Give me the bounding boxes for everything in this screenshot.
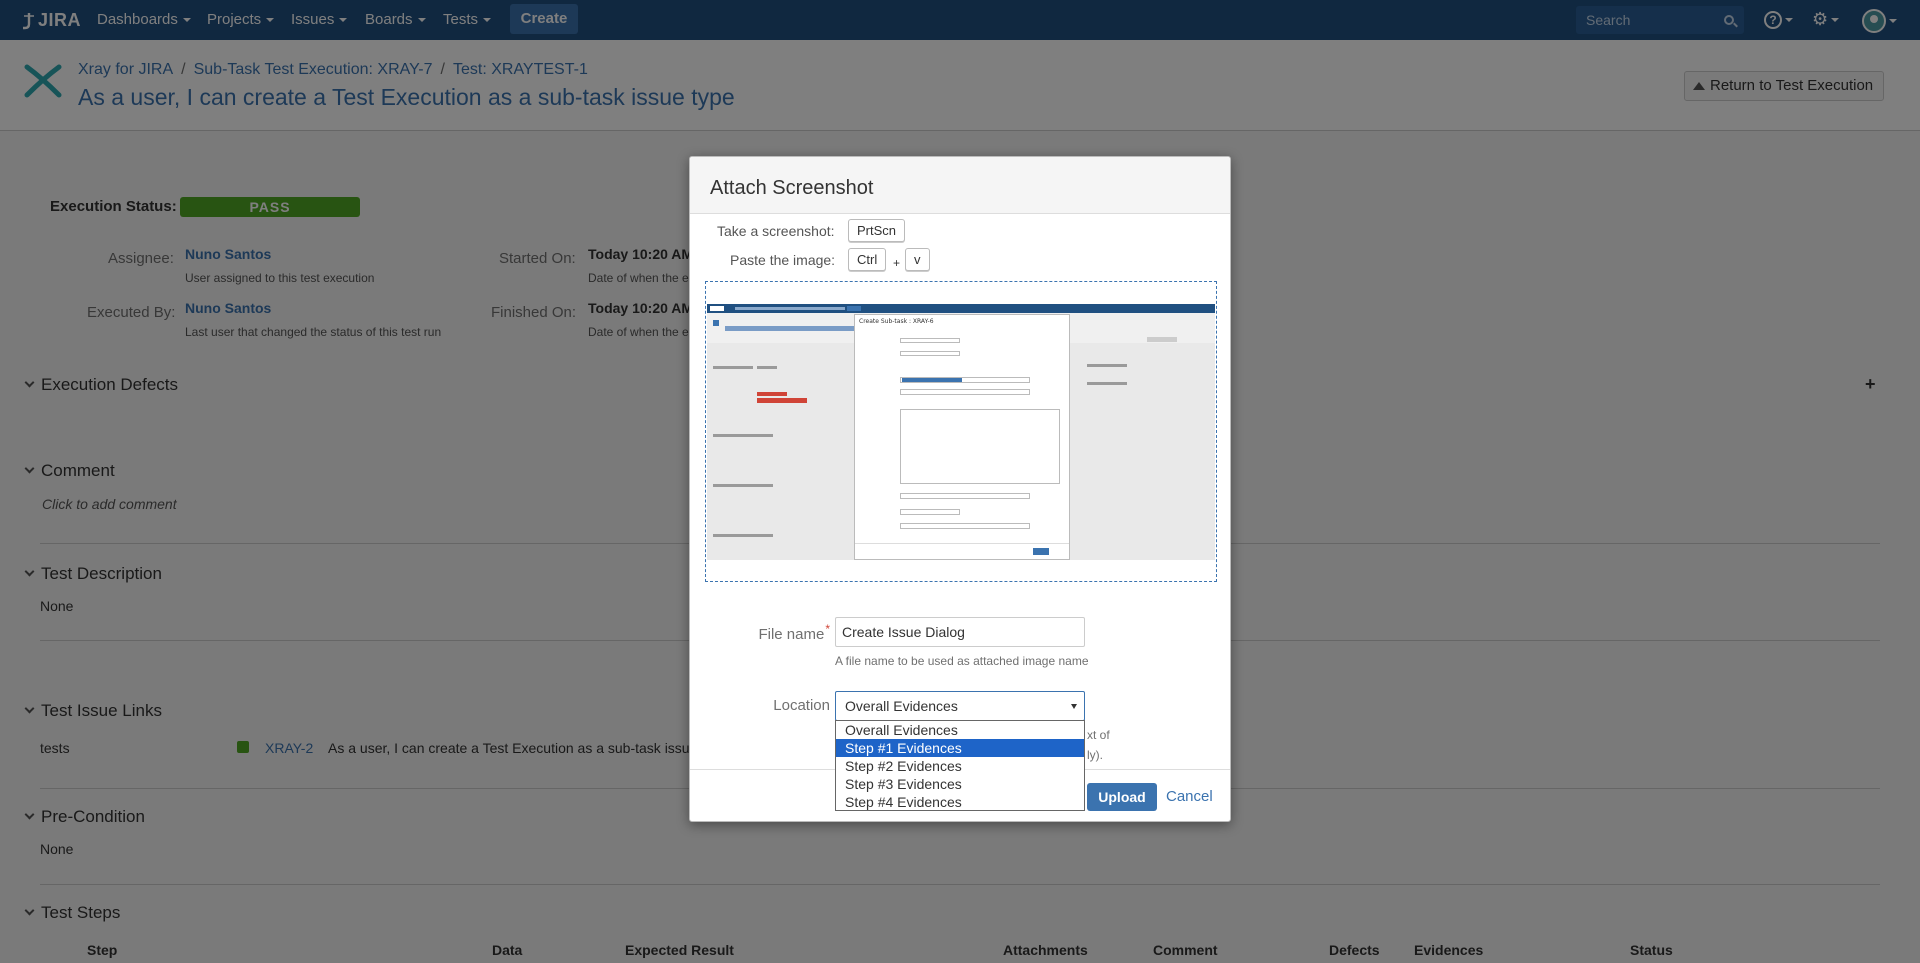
ctrl-key: Ctrl [848, 248, 887, 271]
file-name-label-text: File name [758, 626, 825, 643]
take-screenshot-label: Take a screenshot: [717, 223, 835, 239]
screenshot-preview: Create Sub-task : XRAY-6 [707, 304, 1215, 560]
prtscn-key-label: PrtScn [848, 219, 906, 242]
preview-details-line [757, 366, 777, 369]
preview-title-bar [725, 326, 865, 331]
preview-field [900, 338, 960, 343]
preview-line [1087, 364, 1127, 367]
file-name-label: File name* [750, 622, 830, 643]
preview-field [900, 493, 1030, 499]
attach-screenshot-dialog: Attach Screenshot Take a screenshot: Prt… [689, 156, 1231, 822]
preview-project-icon [713, 320, 719, 326]
location-description-fragment: ly). [1087, 748, 1103, 762]
preview-field [900, 523, 1030, 529]
preview-details-line [713, 366, 753, 369]
location-option-step-1[interactable]: Step #1 Evidences [836, 739, 1084, 757]
location-option-step-3[interactable]: Step #3 Evidences [836, 775, 1084, 793]
v-key-label: v [905, 248, 930, 271]
preview-logo [710, 306, 724, 311]
location-dropdown-list: Overall Evidences Step #1 Evidences Step… [835, 720, 1085, 811]
v-key: v [905, 248, 930, 271]
preview-footer-line [855, 543, 1069, 544]
preview-line [713, 484, 773, 487]
required-asterisk: * [825, 622, 830, 636]
screenshot-drop-zone[interactable]: Create Sub-task : XRAY-6 [705, 281, 1217, 582]
location-description-fragment: xt of [1087, 728, 1110, 742]
preview-selected-text [902, 378, 962, 382]
paste-image-label: Paste the image: [730, 252, 836, 268]
preview-status-red [757, 398, 807, 403]
preview-create-button [847, 306, 861, 311]
upload-button[interactable]: Upload [1087, 783, 1157, 811]
dialog-title: Attach Screenshot [710, 177, 874, 199]
dialog-header: Attach Screenshot [690, 157, 1230, 214]
preview-field [900, 351, 960, 356]
preview-field [900, 389, 1030, 395]
dropdown-arrow-icon [1071, 704, 1077, 709]
preview-field [900, 509, 960, 515]
file-name-description: A file name to be used as attached image… [835, 654, 1089, 668]
file-name-input[interactable]: Create Issue Dialog [835, 617, 1085, 647]
preview-create-button [1033, 548, 1049, 555]
preview-status-red [757, 392, 787, 396]
preview-line [713, 434, 773, 437]
preview-line [1087, 382, 1127, 385]
preview-dialog-title: Create Sub-task : XRAY-6 [859, 318, 934, 325]
plus-sign: + [893, 256, 901, 270]
location-option-step-4[interactable]: Step #4 Evidences [836, 793, 1084, 811]
location-label: Location [773, 697, 830, 714]
prtscn-key: PrtScn [848, 219, 906, 242]
location-option-step-2[interactable]: Step #2 Evidences [836, 757, 1084, 775]
location-selected-value: Overall Evidences [845, 698, 958, 714]
location-select[interactable]: Overall Evidences [835, 691, 1085, 721]
ctrl-key-label: Ctrl [848, 248, 887, 271]
preview-line [1147, 337, 1177, 342]
preview-nav-items [735, 307, 845, 310]
cancel-link[interactable]: Cancel [1166, 788, 1213, 805]
preview-textarea [900, 409, 1060, 484]
preview-create-dialog: Create Sub-task : XRAY-6 [854, 314, 1070, 560]
preview-line [713, 534, 773, 537]
location-option-overall[interactable]: Overall Evidences [836, 721, 1084, 739]
